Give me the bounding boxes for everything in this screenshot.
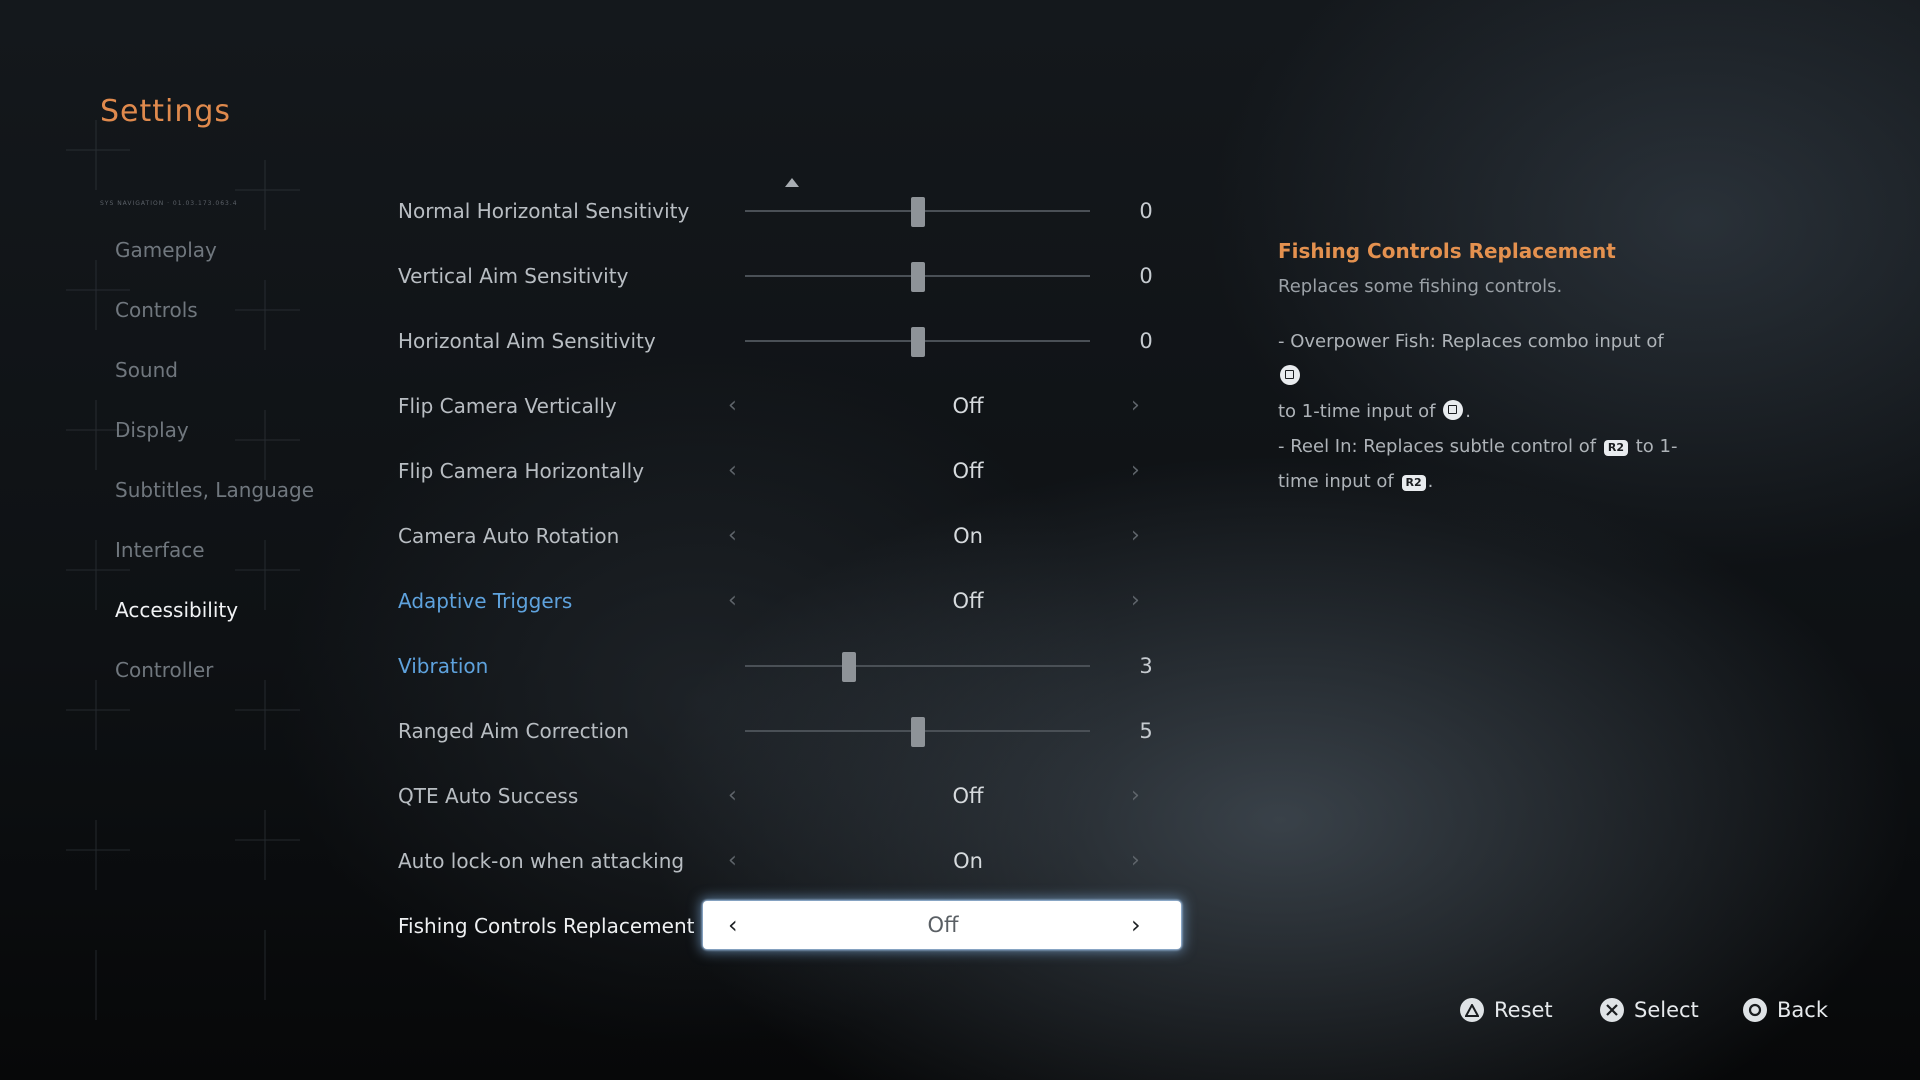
setting-label: Normal Horizontal Sensitivity xyxy=(398,199,690,223)
setting-value: 0 xyxy=(1139,199,1153,223)
setting-row-camera-auto-rotation[interactable]: Camera Auto Rotation ‹ On › xyxy=(398,511,1188,561)
setting-label: Ranged Aim Correction xyxy=(398,719,629,743)
setting-row-flip-camera-horizontally[interactable]: Flip Camera Horizontally ‹ Off › xyxy=(398,446,1188,496)
setting-label: Fishing Controls Replacement xyxy=(398,914,695,938)
chevron-left-icon[interactable]: ‹ xyxy=(728,901,738,949)
description-body: - Overpower Fish: Replaces combo input o… xyxy=(1278,324,1678,499)
r2-button-icon: R2 xyxy=(1401,475,1426,491)
description-text: to 1- xyxy=(1635,436,1678,457)
reset-button[interactable]: Reset xyxy=(1460,994,1553,1026)
setting-row-auto-lock-on[interactable]: Auto lock-on when attacking ‹ On › xyxy=(398,836,1188,886)
slider-thumb[interactable] xyxy=(842,652,856,682)
nav-item-interface[interactable]: Interface xyxy=(115,530,314,590)
chevron-left-icon[interactable]: ‹ xyxy=(728,381,737,431)
setting-value: Off xyxy=(927,913,959,937)
setting-value: Off xyxy=(952,394,984,418)
setting-label: Vertical Aim Sensitivity xyxy=(398,264,629,288)
description-text: time input of xyxy=(1278,471,1394,492)
setting-label: Auto lock-on when attacking xyxy=(398,849,685,873)
description-text: - Reel In: Replaces subtle control of xyxy=(1278,436,1597,457)
chevron-left-icon[interactable]: ‹ xyxy=(728,836,737,886)
slider-track[interactable] xyxy=(745,262,1090,292)
setting-label: Camera Auto Rotation xyxy=(398,524,620,548)
cross-button-icon xyxy=(1600,998,1624,1022)
square-button-icon xyxy=(1280,365,1300,385)
setting-value: Off xyxy=(952,589,984,613)
chevron-right-icon[interactable]: › xyxy=(1131,901,1141,949)
select-label: Select xyxy=(1634,998,1699,1022)
chevron-right-icon[interactable]: › xyxy=(1131,446,1140,496)
nav-decorative-text: SYS NAVIGATION · 01.03.173.063.4 xyxy=(100,200,238,207)
setting-value: On xyxy=(953,524,983,548)
slider-thumb[interactable] xyxy=(911,717,925,747)
chevron-right-icon[interactable]: › xyxy=(1131,576,1140,626)
chevron-left-icon[interactable]: ‹ xyxy=(728,576,737,626)
description-subtitle: Replaces some fishing controls. xyxy=(1278,276,1563,297)
page-title: Settings xyxy=(100,94,232,129)
setting-label: Flip Camera Vertically xyxy=(398,394,617,418)
chevron-left-icon[interactable]: ‹ xyxy=(728,446,737,496)
nav-item-controller[interactable]: Controller xyxy=(115,650,314,710)
slider-track[interactable] xyxy=(745,652,1090,682)
description-text: . xyxy=(1465,401,1471,422)
description-panel: Fishing Controls Replacement Replaces so… xyxy=(1278,236,1678,499)
triangle-button-icon xyxy=(1460,998,1484,1022)
setting-row-adaptive-triggers[interactable]: Adaptive Triggers ‹ Off › xyxy=(398,576,1188,626)
circle-button-icon xyxy=(1743,998,1767,1022)
setting-row-qte-auto-success[interactable]: QTE Auto Success ‹ Off › xyxy=(398,771,1188,821)
settings-category-nav: Gameplay Controls Sound Display Subtitle… xyxy=(115,230,314,710)
setting-row-normal-horizontal-sensitivity[interactable]: Normal Horizontal Sensitivity 0 xyxy=(398,186,1188,236)
setting-value: 0 xyxy=(1139,329,1153,353)
back-label: Back xyxy=(1777,998,1828,1022)
description-text: . xyxy=(1427,471,1434,492)
chevron-left-icon[interactable]: ‹ xyxy=(728,511,737,561)
nav-item-controls[interactable]: Controls xyxy=(115,290,314,350)
chevron-right-icon[interactable]: › xyxy=(1131,511,1140,561)
setting-row-vibration[interactable]: Vibration 3 xyxy=(398,641,1188,691)
slider-thumb[interactable] xyxy=(911,262,925,292)
setting-value: 5 xyxy=(1139,719,1153,743)
setting-value: Off xyxy=(952,784,984,808)
setting-label: Vibration xyxy=(398,654,489,678)
selected-option-box[interactable]: ‹ Off › xyxy=(703,901,1181,949)
description-title: Fishing Controls Replacement xyxy=(1278,239,1616,263)
description-text: - Overpower Fish: Replaces combo input o… xyxy=(1278,331,1664,352)
setting-label: Horizontal Aim Sensitivity xyxy=(398,329,656,353)
back-button[interactable]: Back xyxy=(1743,994,1828,1026)
chevron-right-icon[interactable]: › xyxy=(1131,771,1140,821)
slider-thumb[interactable] xyxy=(911,327,925,357)
chevron-right-icon[interactable]: › xyxy=(1131,381,1140,431)
chevron-left-icon[interactable]: ‹ xyxy=(728,771,737,821)
nav-item-gameplay[interactable]: Gameplay xyxy=(115,230,314,290)
square-button-icon xyxy=(1443,400,1464,420)
setting-value: On xyxy=(953,849,983,873)
nav-item-subtitles-language[interactable]: Subtitles, Language xyxy=(115,470,314,530)
nav-item-accessibility[interactable]: Accessibility xyxy=(115,590,314,650)
reset-label: Reset xyxy=(1494,998,1553,1022)
setting-row-fishing-controls-replacement[interactable]: Fishing Controls Replacement ‹ Off › xyxy=(398,901,1188,951)
setting-value: 0 xyxy=(1139,264,1153,288)
chevron-right-icon[interactable]: › xyxy=(1131,836,1140,886)
slider-track[interactable] xyxy=(745,197,1090,227)
setting-row-flip-camera-vertically[interactable]: Flip Camera Vertically ‹ Off › xyxy=(398,381,1188,431)
setting-row-horizontal-aim-sensitivity[interactable]: Horizontal Aim Sensitivity 0 xyxy=(398,316,1188,366)
nav-item-display[interactable]: Display xyxy=(115,410,314,470)
setting-value: 3 xyxy=(1139,654,1153,678)
setting-label: Flip Camera Horizontally xyxy=(398,459,645,483)
slider-track[interactable] xyxy=(745,717,1090,747)
setting-row-vertical-aim-sensitivity[interactable]: Vertical Aim Sensitivity 0 xyxy=(398,251,1188,301)
select-button[interactable]: Select xyxy=(1600,994,1699,1026)
slider-track[interactable] xyxy=(745,327,1090,357)
setting-row-ranged-aim-correction[interactable]: Ranged Aim Correction 5 xyxy=(398,706,1188,756)
nav-item-sound[interactable]: Sound xyxy=(115,350,314,410)
r2-button-icon: R2 xyxy=(1603,440,1628,456)
description-text: to 1-time input of xyxy=(1278,401,1436,422)
slider-thumb[interactable] xyxy=(911,197,925,227)
setting-label: Adaptive Triggers xyxy=(398,589,573,613)
setting-value: Off xyxy=(952,459,984,483)
setting-label: QTE Auto Success xyxy=(398,784,579,808)
